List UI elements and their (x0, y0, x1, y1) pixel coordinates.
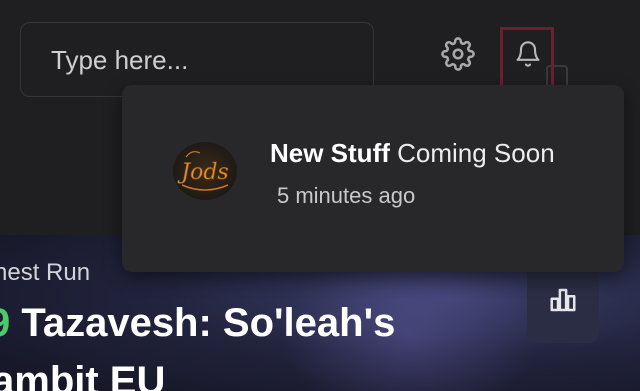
bell-icon (516, 41, 540, 67)
notifications-button[interactable] (500, 27, 554, 89)
hero-title-line2: ambit EU (0, 359, 166, 391)
stats-button[interactable] (527, 263, 599, 343)
jods-logo: Jods (173, 142, 237, 200)
hero-subtitle: nest Run (0, 259, 91, 286)
hero-title[interactable]: 9 Tazavesh: So'leah's (0, 299, 395, 347)
notification-time: 5 minutes ago (277, 183, 416, 208)
notifications-dropdown: Jods New Stuff Coming Soon 5 minutes ago (122, 85, 624, 272)
svg-text:Jods: Jods (177, 160, 228, 185)
settings-button[interactable] (441, 37, 475, 71)
notification-title-bold: New Stuff (270, 138, 390, 168)
hero-title-text: Tazavesh: So'leah's (10, 301, 396, 345)
bar-chart-icon (550, 288, 576, 312)
notification-item[interactable]: Jods New Stuff Coming Soon 5 minutes ago (122, 85, 624, 272)
gear-icon (441, 37, 475, 71)
search-input[interactable] (49, 41, 353, 79)
notification-title-rest: Coming Soon (389, 138, 555, 168)
hero-title-number: 9 (0, 301, 10, 345)
notification-title: New Stuff Coming Soon (270, 138, 555, 169)
